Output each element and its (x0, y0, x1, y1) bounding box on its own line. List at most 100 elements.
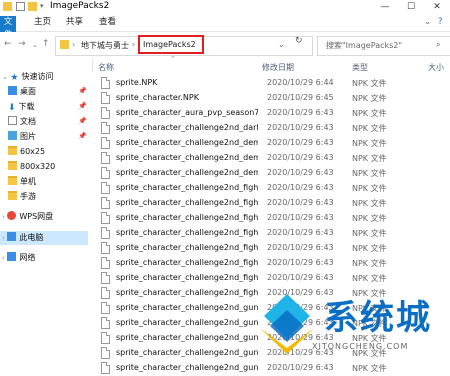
dropdown-icon[interactable]: ▾ (40, 2, 49, 11)
breadcrumb-separator-icon[interactable]: › (72, 40, 75, 49)
document-icon (8, 116, 17, 125)
file-type: NPK 文件 (352, 199, 387, 208)
sidebar-item-mobile-games[interactable]: 手游 (8, 190, 36, 204)
file-row[interactable]: sprite_character_challenge2nd_darkk... 20… (92, 121, 450, 136)
file-icon (101, 137, 110, 149)
chevron-down-icon[interactable]: ⌄ (2, 73, 8, 81)
sidebar-item-documents[interactable]: 文档 (8, 115, 36, 129)
sidebar-item-label: 单机 (20, 177, 36, 186)
sidebar-item-this-pc[interactable]: › 此电脑 (0, 231, 88, 245)
file-row[interactable]: sprite_character_challenge2nd_fighter...… (92, 241, 450, 256)
new-folder-icon[interactable] (28, 2, 37, 11)
breadcrumb-separator-icon[interactable]: › (132, 40, 135, 49)
file-date: 2020/10/29 6:43 (267, 213, 334, 222)
folder-icon (3, 2, 12, 11)
search-icon: ⌕ (436, 40, 441, 49)
file-type: NPK 文件 (352, 184, 387, 193)
sidebar-item-label: 60x25 (20, 147, 46, 156)
checkbox-icon[interactable] (16, 2, 25, 11)
file-name: sprite_character_challenge2nd_demo... (116, 138, 258, 147)
sidebar-item-standalone[interactable]: 单机 (8, 175, 36, 189)
highlight-box (138, 35, 204, 54)
file-name: sprite_character_challenge2nd_fighter... (116, 228, 258, 237)
file-type: NPK 文件 (352, 124, 387, 133)
file-row[interactable]: sprite_character_challenge2nd_fighter...… (92, 196, 450, 211)
chevron-right-icon[interactable]: › (2, 254, 5, 262)
file-row[interactable]: sprite_character_challenge2nd_fighter...… (92, 211, 450, 226)
download-icon: ⬇ (8, 103, 16, 113)
file-row[interactable]: sprite_character.NPK 2020/10/29 6:45 NPK 文… (92, 91, 450, 106)
address-bar[interactable]: › 地下城与勇士 › ImagePacks2 ⌄ (55, 35, 313, 56)
chevron-right-icon[interactable]: › (2, 234, 5, 242)
close-button[interactable]: ✕ (424, 0, 450, 14)
address-dropdown-icon[interactable]: ⌄ (278, 40, 285, 49)
file-name: sprite_character_challenge2nd_gunbl... (116, 333, 258, 342)
sidebar-item-60x25[interactable]: 60x25 (8, 145, 45, 159)
file-icon (101, 77, 110, 89)
minimize-button[interactable]: — (372, 0, 398, 14)
file-type: NPK 文件 (352, 79, 387, 88)
watermark: 系统城 XITONGCHENG.COM (252, 286, 450, 361)
file-icon (101, 122, 110, 134)
back-icon[interactable]: ← (4, 39, 12, 49)
column-header-name[interactable]: 名称 (98, 62, 114, 73)
file-row[interactable]: sprite_character_aura_pvp_season7_a... 20… (92, 106, 450, 121)
tab-view[interactable]: 查看 (99, 16, 116, 29)
column-header-date[interactable]: 修改日期 (262, 62, 294, 73)
column-header-type[interactable]: 类型 (352, 62, 368, 73)
file-row[interactable]: sprite_character_challenge2nd_fighter...… (92, 226, 450, 241)
file-row[interactable]: sprite_character_challenge2nd_demo... 202… (92, 136, 450, 151)
file-icon (101, 362, 110, 374)
file-row[interactable]: sprite_character_challenge2nd_fighter...… (92, 271, 450, 286)
file-row[interactable]: sprite_character_challenge2nd_demo... 202… (92, 151, 450, 166)
forward-icon[interactable]: → (18, 39, 26, 49)
file-row[interactable]: sprite.NPK 2020/10/29 6:44 NPK 文件 (92, 76, 450, 91)
file-row[interactable]: sprite_character_challenge2nd_gunne... 20… (92, 361, 450, 376)
file-date: 2020/10/29 6:43 (267, 108, 334, 117)
sidebar-item-network[interactable]: › 网络 (2, 251, 35, 265)
sidebar-item-label: 手游 (20, 192, 36, 201)
pin-icon[interactable]: 📌 (78, 87, 87, 95)
file-date: 2020/10/29 6:43 (267, 183, 334, 192)
folder-icon (60, 40, 69, 49)
column-header-size[interactable]: 大小 (428, 62, 444, 73)
ribbon-expand-icon[interactable]: ⌄ (424, 16, 431, 29)
sidebar-item-wps-cloud[interactable]: › WPS网盘 (2, 210, 53, 224)
file-type: NPK 文件 (352, 214, 387, 223)
file-date: 2020/10/29 6:43 (267, 273, 334, 282)
pin-icon[interactable]: 📌 (78, 132, 87, 140)
file-type: NPK 文件 (352, 244, 387, 253)
pin-icon[interactable]: 📌 (78, 117, 87, 125)
picture-icon (8, 131, 17, 140)
breadcrumb-item[interactable]: 地下城与勇士 (81, 40, 129, 51)
help-icon[interactable]: ? (438, 16, 443, 29)
file-row[interactable]: sprite_character_challenge2nd_demo... 202… (92, 166, 450, 181)
sidebar-item-quick-access[interactable]: ⌄ ★ 快速访问 (2, 70, 54, 84)
file-date: 2020/10/29 6:43 (267, 138, 334, 147)
chevron-right-icon[interactable]: › (2, 213, 5, 221)
sidebar-item-label: 文档 (20, 117, 36, 126)
file-type: NPK 文件 (352, 364, 387, 373)
file-type: NPK 文件 (352, 154, 387, 163)
sidebar-item-downloads[interactable]: ⬇ 下载 (8, 100, 35, 114)
maximize-button[interactable]: ☐ (398, 0, 424, 14)
up-icon[interactable]: ↑ (42, 39, 50, 49)
tab-home[interactable]: 主页 (34, 16, 51, 29)
sidebar-item-desktop[interactable]: 桌面 (8, 85, 36, 99)
sidebar-item-800x320[interactable]: 800x320 (8, 160, 55, 174)
file-type: NPK 文件 (352, 139, 387, 148)
file-icon (101, 317, 110, 329)
file-row[interactable]: sprite_character_challenge2nd_fighter...… (92, 181, 450, 196)
file-row[interactable]: sprite_character_challenge2nd_fighter...… (92, 256, 450, 271)
file-name: sprite_character_challenge2nd_gunbl... (116, 303, 258, 312)
search-input[interactable]: 搜索"ImagePacks2" ⌕ (317, 36, 450, 56)
sidebar-item-label: 图片 (20, 132, 36, 141)
pin-icon[interactable]: 📌 (78, 102, 87, 110)
refresh-icon[interactable]: ↻ (295, 36, 303, 46)
sidebar-item-pictures[interactable]: 图片 (8, 130, 36, 144)
file-name: sprite_character_challenge2nd_demo... (116, 168, 258, 177)
recent-locations-icon[interactable]: ⌄ (32, 41, 38, 49)
tab-share[interactable]: 共享 (66, 16, 83, 29)
title-bar: ▾ ImagePacks2 — ☐ ✕ (0, 0, 450, 14)
file-icon (101, 347, 110, 359)
